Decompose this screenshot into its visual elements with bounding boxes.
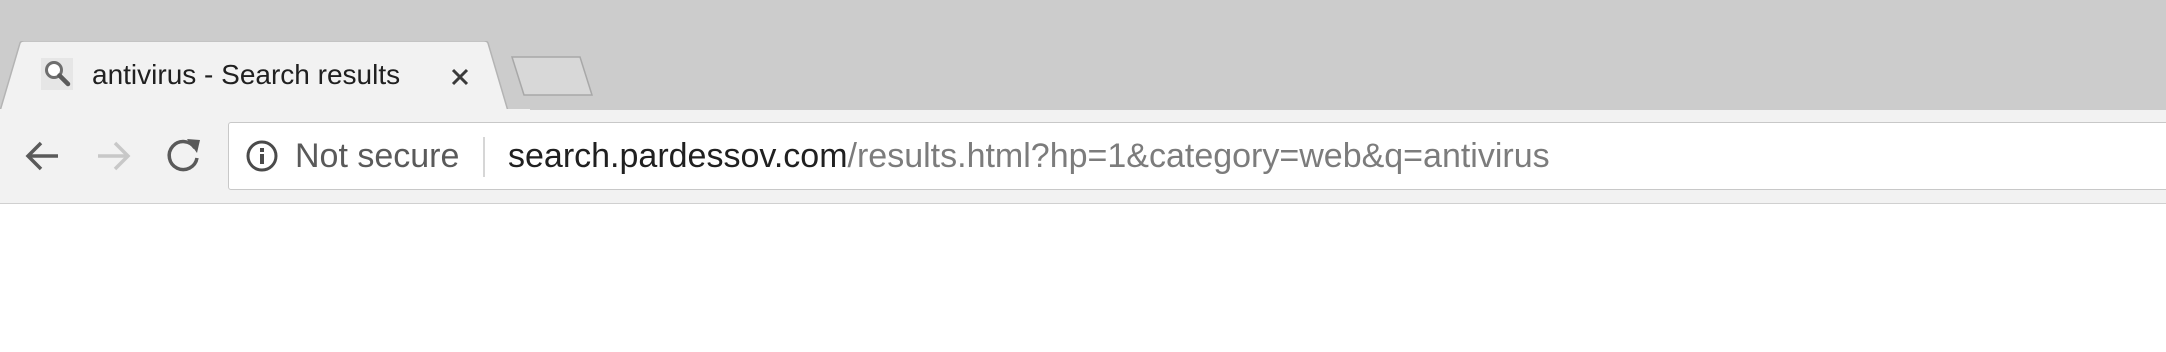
back-button[interactable] — [20, 133, 66, 179]
reload-icon — [167, 139, 200, 172]
back-arrow-icon — [25, 141, 58, 171]
active-tab[interactable]: antivirus - Search results — [0, 41, 530, 111]
reload-button[interactable] — [160, 133, 206, 179]
toolbar: Not secure search.pardessov.com/results.… — [0, 110, 2166, 204]
forward-button[interactable] — [90, 133, 136, 179]
url-path: /results.html?hp=1&category=web&q=antivi… — [847, 137, 1550, 175]
new-tab-icon — [510, 56, 594, 96]
omnibox-divider — [483, 137, 485, 177]
address-bar[interactable]: Not secure search.pardessov.com/results.… — [228, 122, 2166, 190]
browser-window: antivirus - Search results Not secure se… — [0, 0, 2166, 352]
security-status-label[interactable]: Not secure — [295, 138, 459, 174]
tab-title: antivirus - Search results — [92, 59, 401, 90]
search-icon — [40, 57, 74, 91]
info-icon[interactable] — [245, 139, 279, 173]
new-tab-button[interactable] — [508, 55, 596, 99]
forward-arrow-icon — [98, 141, 131, 171]
close-icon[interactable] — [443, 60, 477, 94]
url-host: search.pardessov.com — [508, 137, 848, 175]
tab-strip: antivirus - Search results — [0, 0, 2166, 111]
page-content — [0, 204, 2166, 352]
url-text[interactable]: search.pardessov.com/results.html?hp=1&c… — [508, 138, 1550, 174]
